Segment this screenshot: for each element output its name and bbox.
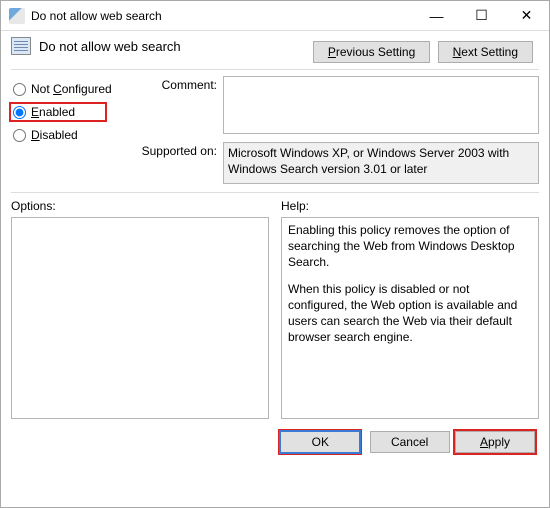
state-radio-group: Not Configured Enabled Disabled xyxy=(11,76,131,184)
radio-not-configured[interactable]: Not Configured xyxy=(11,80,131,100)
maximize-button[interactable]: ☐ xyxy=(459,1,504,30)
close-button[interactable]: ✕ xyxy=(504,1,549,30)
dialog-footer: OK Cancel Apply xyxy=(1,419,549,455)
comment-textarea[interactable] xyxy=(223,76,539,134)
options-panel xyxy=(11,217,269,419)
app-icon xyxy=(9,8,25,24)
window-title: Do not allow web search xyxy=(31,9,414,23)
help-label: Help: xyxy=(281,199,539,217)
supported-on-value: Microsoft Windows XP, or Windows Server … xyxy=(223,142,539,184)
ok-button[interactable]: OK xyxy=(280,431,360,453)
comment-label: Comment: xyxy=(131,76,223,92)
next-setting-button[interactable]: Next Setting xyxy=(438,41,533,63)
apply-button[interactable]: Apply xyxy=(455,431,535,453)
policy-title: Do not allow web search xyxy=(39,37,181,54)
radio-enabled[interactable]: Enabled xyxy=(11,100,131,126)
supported-on-label: Supported on: xyxy=(131,142,223,158)
radio-disabled[interactable]: Disabled xyxy=(11,126,131,146)
policy-icon xyxy=(11,37,31,55)
help-panel: Enabling this policy removes the option … xyxy=(281,217,539,419)
minimize-button[interactable]: — xyxy=(414,1,459,30)
titlebar: Do not allow web search — ☐ ✕ xyxy=(1,1,549,31)
help-text: When this policy is disabled or not conf… xyxy=(288,281,532,346)
options-label: Options: xyxy=(11,199,269,217)
previous-setting-button[interactable]: Previous Setting xyxy=(313,41,430,63)
cancel-button[interactable]: Cancel xyxy=(370,431,450,453)
help-text: Enabling this policy removes the option … xyxy=(288,222,532,271)
